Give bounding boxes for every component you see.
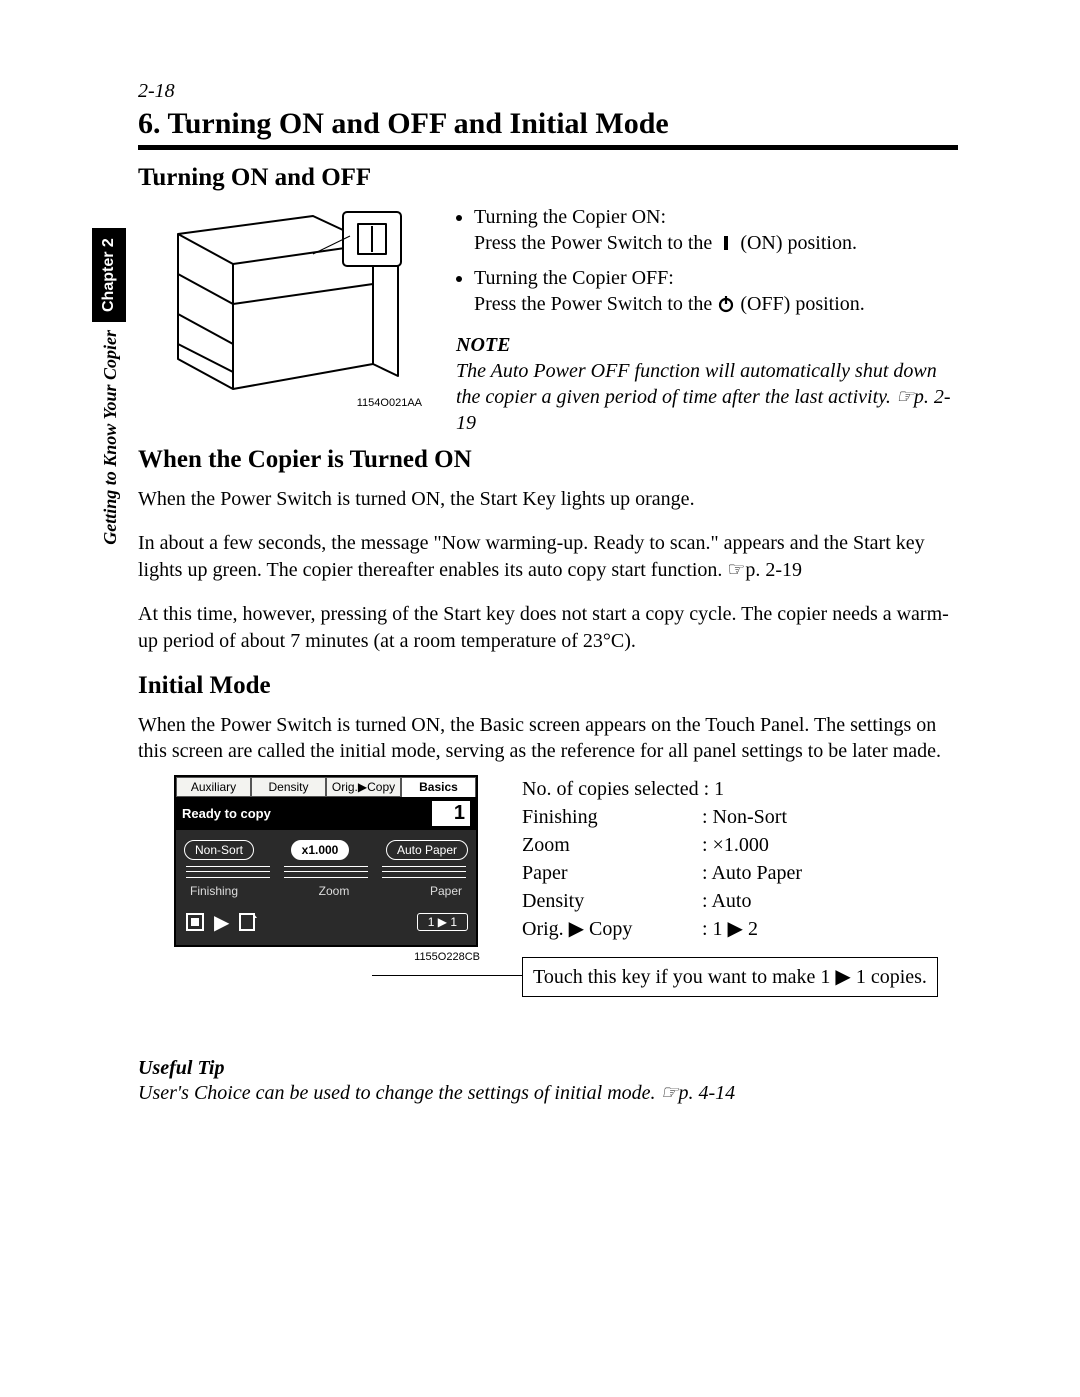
- status-bar: Ready to copy 1: [176, 797, 476, 830]
- note-body: The Auto Power OFF function will automat…: [456, 358, 958, 436]
- copier-illustration: 1154O021AA: [138, 204, 428, 409]
- copier-icon: [138, 204, 428, 404]
- turnedon-p2: In about a few seconds, the message "Now…: [138, 530, 958, 583]
- page-title: 6. Turning ON and OFF and Initial Mode: [138, 107, 958, 141]
- useful-tip-body: User's Choice can be used to change the …: [138, 1080, 958, 1105]
- setting-value: : Non-Sort: [702, 803, 787, 831]
- turnedon-p1: When the Power Switch is turned ON, the …: [138, 486, 958, 512]
- orig-copy-icons: ▶: [184, 910, 259, 935]
- page-number: 2-18: [138, 80, 958, 103]
- illustration-id: 1154O021AA: [357, 397, 422, 409]
- section-heading-onoff: Turning ON and OFF: [138, 164, 958, 192]
- bullet-on: Turning the Copier ON: Press the Power S…: [474, 204, 958, 257]
- copy-doc-icon: [237, 911, 259, 933]
- setting-value: : Auto Paper: [702, 859, 802, 887]
- side-section-title: Getting to Know Your Copier: [100, 330, 121, 545]
- touch-panel-screenshot: Auxiliary Density Orig.▶Copy Basics Read…: [174, 775, 478, 947]
- callout-leader-line: [372, 975, 522, 976]
- panel-label-zoom: Zoom: [319, 884, 350, 898]
- initial-para: When the Power Switch is turned ON, the …: [138, 712, 958, 765]
- note-heading: NOTE: [456, 332, 958, 358]
- panel-label-finishing: Finishing: [190, 884, 238, 898]
- onoff-description: Turning the Copier ON: Press the Power S…: [456, 204, 958, 436]
- turnedon-p3: At this time, however, pressing of the S…: [138, 601, 958, 654]
- on-position-icon: [717, 234, 735, 252]
- pill-nonsort[interactable]: Non-Sort: [184, 840, 254, 860]
- chapter-tab: Chapter 2: [92, 228, 126, 322]
- setting-label: Paper: [522, 859, 702, 887]
- page-content: 2-18 6. Turning ON and OFF and Initial M…: [138, 80, 958, 1105]
- status-text: Ready to copy: [182, 806, 271, 821]
- copies-selected: No. of copies selected : 1: [522, 775, 938, 803]
- tab-basics[interactable]: Basics: [401, 777, 476, 797]
- pill-zoom[interactable]: x1.000: [291, 840, 350, 860]
- section-heading-turnedon: When the Copier is Turned ON: [138, 446, 958, 474]
- setting-value: : Auto: [702, 887, 751, 915]
- setting-label: Density: [522, 887, 702, 915]
- panel-image-id: 1155O228CB: [414, 951, 480, 963]
- off-position-icon: [717, 295, 735, 313]
- one-to-one-button[interactable]: 1 ▶ 1: [417, 913, 468, 931]
- setting-label: Zoom: [522, 831, 702, 859]
- copy-count: 1: [432, 801, 470, 826]
- underline-icon: [382, 866, 466, 878]
- setting-value: : 1 ▶ 2: [702, 915, 758, 943]
- portrait-doc-icon: [184, 911, 206, 933]
- underline-icon: [186, 866, 270, 878]
- setting-value: : ×1.000: [702, 831, 769, 859]
- panel-label-paper: Paper: [430, 884, 462, 898]
- title-rule: [138, 145, 958, 150]
- setting-label: Finishing: [522, 803, 702, 831]
- pill-autopaper[interactable]: Auto Paper: [386, 840, 468, 860]
- setting-label: Orig. ▶ Copy: [522, 915, 702, 943]
- initial-settings-list: No. of copies selected : 1 Finishing: No…: [522, 775, 938, 997]
- tab-auxiliary[interactable]: Auxiliary: [176, 777, 251, 797]
- underline-icon: [284, 866, 368, 878]
- tab-orig-copy[interactable]: Orig.▶Copy: [326, 777, 401, 797]
- tab-density[interactable]: Density: [251, 777, 326, 797]
- bullet-off: Turning the Copier OFF: Press the Power …: [474, 265, 958, 318]
- section-heading-initial: Initial Mode: [138, 672, 958, 700]
- callout-box: Touch this key if you want to make 1 ▶ 1…: [522, 957, 938, 997]
- useful-tip-heading: Useful Tip: [138, 1057, 958, 1080]
